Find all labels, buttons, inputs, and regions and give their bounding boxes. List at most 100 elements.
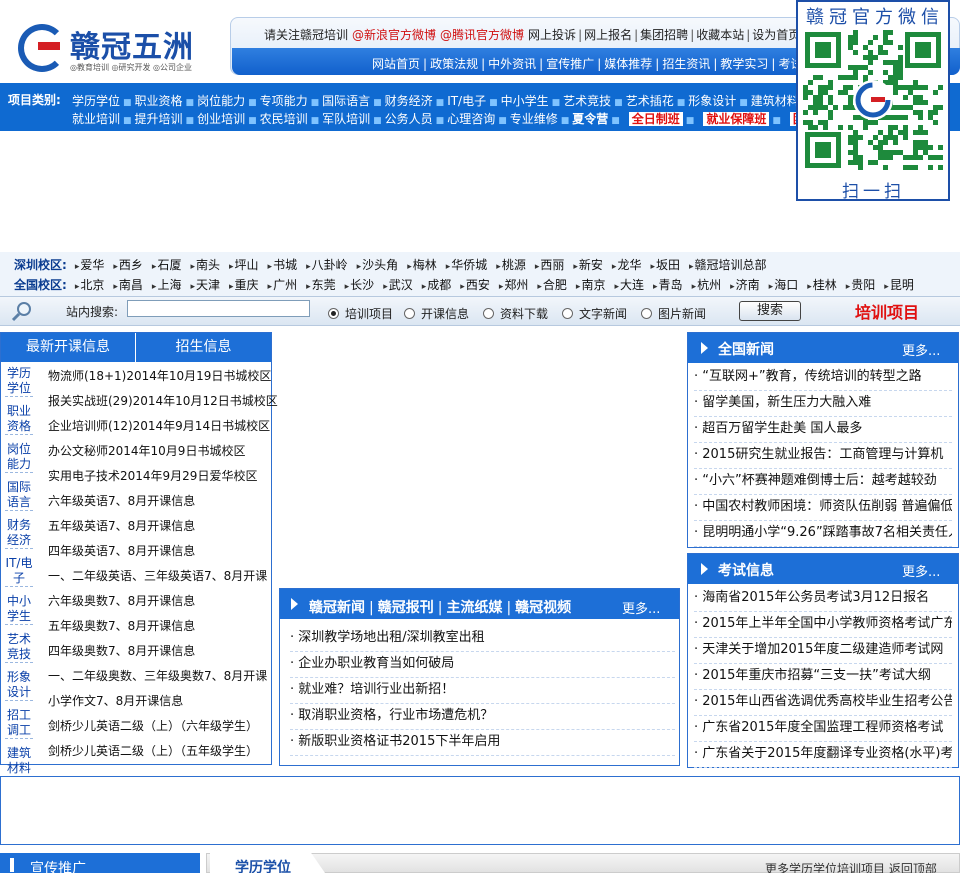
campus-link[interactable]: 桂林 <box>807 278 837 292</box>
category-link[interactable]: 职业资格 <box>135 94 183 108</box>
vertical-category-link[interactable]: 岗位能力 <box>5 442 33 473</box>
course-item-link[interactable]: 四年级英语7、8月开课信息 <box>48 542 195 559</box>
news-item-link[interactable]: 海南省2015年公务员考试3月12日报名 <box>702 590 929 605</box>
news-item-link[interactable]: 2015年山西省选调优秀高校毕业生招考公告 <box>702 694 952 709</box>
campus-link[interactable]: 书城 <box>268 258 298 272</box>
vertical-category-link[interactable]: IT/电子 <box>5 556 33 587</box>
course-item-link[interactable]: 剑桥少儿英语二级（上）（六年级学生） <box>48 717 258 734</box>
category-link[interactable]: 农民培训 <box>260 112 308 126</box>
news-item[interactable]: · “互联网+”教育，传统培训的转型之路 <box>694 365 952 391</box>
course-item-link[interactable]: 五年级奥数7、8月开课信息 <box>48 617 195 634</box>
vertical-category-link[interactable]: 国际语言 <box>5 480 33 511</box>
news-item-link[interactable]: 天津关于增加2015年度二级建造师考试网 <box>702 642 943 657</box>
category-link[interactable]: 心理咨询 <box>447 112 495 126</box>
campus-link[interactable]: 海口 <box>769 278 799 292</box>
course-item-link[interactable]: 实用电子技术2014年9月29日爱华校区 <box>48 467 257 484</box>
campus-link[interactable]: 南京 <box>576 278 606 292</box>
campus-link[interactable]: 郑州 <box>499 278 529 292</box>
category-link[interactable]: 就业培训 <box>72 112 120 126</box>
nav-link[interactable]: 招生资讯 <box>662 57 710 71</box>
campus-link[interactable]: 东莞 <box>306 278 336 292</box>
news-tab[interactable]: 赣冠视频 <box>515 600 571 616</box>
campus-link[interactable]: 沙头角 <box>357 258 399 272</box>
top-link[interactable]: 网上投诉 <box>528 28 576 42</box>
campus-link[interactable]: 青岛 <box>653 278 683 292</box>
category-link[interactable]: 创业培训 <box>197 112 245 126</box>
vertical-category-link[interactable]: 学历学位 <box>5 366 33 397</box>
news-item-link[interactable]: 超百万留学生赴美 国人最多 <box>702 421 862 436</box>
news-item-link[interactable]: 昆明明通小学“9.26”踩踏事故7名相关责任人 <box>702 525 952 540</box>
nav-link[interactable]: 网站首页 <box>372 57 420 71</box>
exam-info-more-link[interactable]: 更多... <box>902 561 940 580</box>
campus-link[interactable]: 南头 <box>190 258 220 272</box>
news-item[interactable]: · 广东省关于2015年度翻译专业资格(水平)考试 <box>694 742 952 768</box>
category-link[interactable]: 专项能力 <box>260 94 308 108</box>
tab-latest-courses[interactable]: 最新开课信息 <box>1 333 135 362</box>
search-button[interactable]: 搜索 <box>739 301 801 321</box>
news-item[interactable]: · 企业办职业教育当如何破局 <box>290 652 675 678</box>
highlight-link[interactable]: 就业保障班 <box>703 112 770 126</box>
campus-link[interactable]: 爱华 <box>75 258 105 272</box>
news-item[interactable]: · 2015年重庆市招募“三支一扶”考试大纲 <box>694 664 952 690</box>
news-item-link[interactable]: “小六”杯赛神题难倒博士后：越考越较劲 <box>702 473 936 488</box>
campus-link[interactable]: 西丽 <box>535 258 565 272</box>
news-item-link[interactable]: “互联网+”教育，传统培训的转型之路 <box>702 369 921 384</box>
campus-link[interactable]: 大连 <box>614 278 644 292</box>
category-link[interactable]: 公务人员 <box>385 112 433 126</box>
category-link[interactable]: 财务经济 <box>385 94 433 108</box>
news-item-link[interactable]: 广东省2015年度全国监理工程师资格考试 <box>702 720 943 735</box>
vertical-category-link[interactable]: 艺术竞技 <box>5 632 33 663</box>
campus-link[interactable]: 贵阳 <box>846 278 876 292</box>
news-item[interactable]: · 海南省2015年公务员考试3月12日报名 <box>694 586 952 612</box>
tab-academic-degree[interactable]: 学历学位 <box>235 857 291 873</box>
news-item[interactable]: · 中国农村教师困境：师资队伍削弱 普遍偏低 <box>694 495 952 521</box>
course-item-link[interactable]: 物流师(18+1)2014年10月19日书城校区 <box>48 367 271 384</box>
news-item[interactable]: · 新版职业资格证书2015下半年启用 <box>290 730 675 756</box>
campus-link[interactable]: 重庆 <box>229 278 259 292</box>
course-item-link[interactable]: 四年级奥数7、8月开课信息 <box>48 642 195 659</box>
campus-link[interactable]: 上海 <box>152 278 182 292</box>
news-tab[interactable]: 主流纸媒 <box>446 600 502 616</box>
course-item-link[interactable]: 办公文秘师2014年10月9日书城校区 <box>48 442 245 459</box>
nav-link[interactable]: 中外资讯 <box>488 57 536 71</box>
campus-link[interactable]: 南昌 <box>113 278 143 292</box>
course-item-link[interactable]: 一、二年级英语、三年级英语7、8月开课 <box>48 567 267 584</box>
news-item-link[interactable]: 中国农村教师困境：师资队伍削弱 普遍偏低 <box>702 499 952 514</box>
campus-link[interactable]: 昆明 <box>884 278 914 292</box>
category-link[interactable]: 专业维修 <box>510 112 558 126</box>
course-item-link[interactable]: 六年级英语7、8月开课信息 <box>48 492 195 509</box>
course-item-link[interactable]: 报关实战班(29)2014年10月12日书城校区 <box>48 392 278 409</box>
top-link[interactable]: 设为首页 <box>752 28 800 42</box>
radio-icon[interactable] <box>328 308 339 319</box>
news-item[interactable]: · 2015年山西省选调优秀高校毕业生招考公告 <box>694 690 952 716</box>
search-type-radio[interactable]: 开课信息 <box>404 305 469 322</box>
site-logo[interactable]: 赣冠五洲 ◎教育培训 ◎研究开发 ◎公司企业 <box>18 22 218 74</box>
campus-link[interactable]: 华侨城 <box>446 258 488 272</box>
highlight-link[interactable]: 全日制班 <box>628 112 683 126</box>
news-tab[interactable]: 赣冠新闻 <box>309 600 365 616</box>
category-link[interactable]: 艺术插花 <box>626 94 674 108</box>
campus-link[interactable]: 坂田 <box>650 258 680 272</box>
campus-link[interactable]: 石厦 <box>152 258 182 272</box>
tab-enrollment[interactable]: 招生信息 <box>136 333 271 362</box>
campus-link[interactable]: 坪山 <box>229 258 259 272</box>
news-item-link[interactable]: 2015年重庆市招募“三支一扶”考试大纲 <box>702 668 931 683</box>
more-and-back-to-top-link[interactable]: 更多学历学位培训项目 返回顶部 <box>765 860 937 873</box>
news-item[interactable]: · 深圳教学场地出租/深圳教室出租 <box>290 626 675 652</box>
news-item[interactable]: · 超百万留学生赴美 国人最多 <box>694 417 952 443</box>
news-item[interactable]: · 留学美国，新生压力大融入难 <box>694 391 952 417</box>
campus-link[interactable]: 桃源 <box>496 258 526 272</box>
category-link[interactable]: 夏令营 <box>572 112 608 126</box>
nav-link[interactable]: 政策法规 <box>430 57 478 71</box>
campus-link[interactable]: 八卦岭 <box>306 258 348 272</box>
top-link[interactable]: 收藏本站 <box>696 28 744 42</box>
national-news-more-link[interactable]: 更多... <box>902 340 940 359</box>
news-item[interactable]: · 2015研究生就业报告：工商管理与计算机 <box>694 443 952 469</box>
vertical-category-link[interactable]: 建筑材料 <box>5 746 33 777</box>
category-link[interactable]: 建筑材料 <box>751 94 799 108</box>
campus-link[interactable]: 成都 <box>422 278 452 292</box>
news-item[interactable]: · 昆明明通小学“9.26”踩踏事故7名相关责任人 <box>694 521 952 547</box>
campus-link[interactable]: 西安 <box>460 278 490 292</box>
radio-icon[interactable] <box>562 308 573 319</box>
top-link[interactable]: @腾讯官方微博 <box>440 28 524 42</box>
